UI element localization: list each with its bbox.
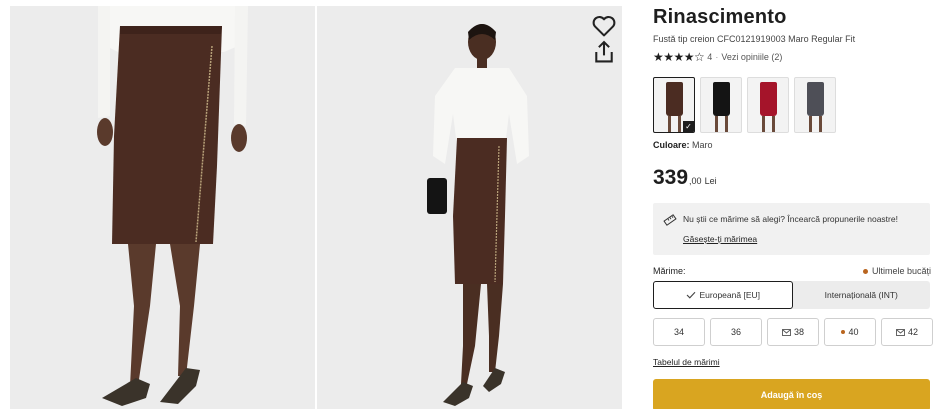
reviews-link[interactable]: Vezi opiniile (2) bbox=[721, 52, 782, 62]
low-stock-legend: Ultimele bucăți bbox=[862, 266, 931, 276]
color-swatch[interactable] bbox=[747, 77, 789, 133]
swatch-legs-image bbox=[762, 116, 775, 132]
size-option-36[interactable]: 36 bbox=[710, 318, 762, 346]
size-option-label: 42 bbox=[907, 327, 918, 337]
swatch-legs-image bbox=[668, 116, 681, 132]
price-decimals: ,00 bbox=[689, 176, 702, 186]
size-option-34[interactable]: 34 bbox=[653, 318, 705, 346]
skirt-closeup-image bbox=[10, 6, 315, 409]
brand-name[interactable]: Rinascimento bbox=[653, 6, 787, 29]
low-stock-dot bbox=[862, 268, 868, 274]
color-label: Culoare: bbox=[653, 140, 690, 150]
product-title: Fustă tip creion CFC0121919003 Maro Regu… bbox=[653, 34, 856, 44]
mail-icon bbox=[782, 328, 791, 336]
size-recommendation-box: Nu știi ce mărime să alegi? Încearcă pro… bbox=[653, 203, 930, 255]
size-option-label: 38 bbox=[793, 327, 804, 337]
tab-size-eu[interactable]: Europeană [EU] bbox=[653, 281, 793, 309]
size-label: Mărime: bbox=[653, 266, 686, 276]
model-full-image bbox=[317, 6, 622, 409]
color-swatch[interactable]: ✓ bbox=[653, 77, 695, 133]
size-system-tabs: Europeană [EU] Internațională (INT) bbox=[653, 281, 930, 309]
product-details: Rinascimento Fustă tip creion CFC0121919… bbox=[653, 0, 933, 409]
size-option-label: 34 bbox=[673, 327, 684, 337]
tab-size-int[interactable]: Internațională (INT) bbox=[793, 281, 931, 309]
find-size-link[interactable]: Găsește-ți mărimea bbox=[683, 234, 757, 244]
color-value: Maro bbox=[692, 140, 713, 150]
price-integer: 339 bbox=[653, 166, 689, 189]
low-stock-dot bbox=[841, 330, 846, 334]
rating-value: 4 bbox=[707, 52, 713, 62]
mail-icon bbox=[896, 328, 905, 336]
color-swatch[interactable] bbox=[794, 77, 836, 133]
share-icon bbox=[595, 40, 613, 63]
selected-color: Culoare: Maro bbox=[653, 140, 713, 150]
ruler-icon bbox=[663, 214, 677, 226]
swatch-legs-image bbox=[809, 116, 822, 132]
check-icon bbox=[686, 291, 695, 299]
swatch-legs-image bbox=[715, 116, 728, 132]
favorite-button[interactable] bbox=[592, 14, 616, 38]
size-table-link[interactable]: Tabelul de mărimi bbox=[653, 357, 720, 367]
size-option-40[interactable]: 40 bbox=[824, 318, 876, 346]
swatch-skirt-image bbox=[713, 82, 730, 116]
color-swatches: ✓ bbox=[653, 77, 836, 133]
rating-separator: · bbox=[715, 52, 719, 62]
add-to-cart-button[interactable]: Adaugă în coș bbox=[653, 379, 930, 409]
product-photo-model[interactable] bbox=[317, 6, 622, 409]
tab-size-int-label: Internațională (INT) bbox=[824, 290, 898, 300]
swatch-skirt-image bbox=[807, 82, 824, 116]
product-photo-front[interactable] bbox=[10, 6, 315, 409]
swatch-skirt-image bbox=[760, 82, 777, 116]
low-stock-text: Ultimele bucăți bbox=[871, 266, 931, 276]
rating-stars: ★★★★☆ bbox=[653, 50, 705, 64]
price-currency: Lei bbox=[704, 176, 717, 186]
share-button[interactable] bbox=[592, 40, 616, 64]
product-gallery bbox=[10, 6, 622, 409]
color-swatch[interactable] bbox=[700, 77, 742, 133]
tab-size-eu-label: Europeană [EU] bbox=[699, 290, 760, 300]
size-option-38[interactable]: 38 bbox=[767, 318, 819, 346]
size-option-label: 36 bbox=[730, 327, 741, 337]
rating-summary: ★★★★☆ 4 · Vezi opiniile (2) bbox=[653, 50, 782, 64]
price: 339 ,00 Lei bbox=[653, 166, 717, 190]
selected-check-icon: ✓ bbox=[683, 121, 694, 132]
heart-icon bbox=[592, 15, 616, 37]
size-help-message: Nu știi ce mărime să alegi? Încearcă pro… bbox=[683, 214, 898, 224]
size-option-42[interactable]: 42 bbox=[881, 318, 933, 346]
swatch-skirt-image bbox=[666, 82, 683, 116]
size-options: 34 36 38 40 42 bbox=[653, 318, 933, 346]
size-option-label: 40 bbox=[848, 327, 859, 337]
